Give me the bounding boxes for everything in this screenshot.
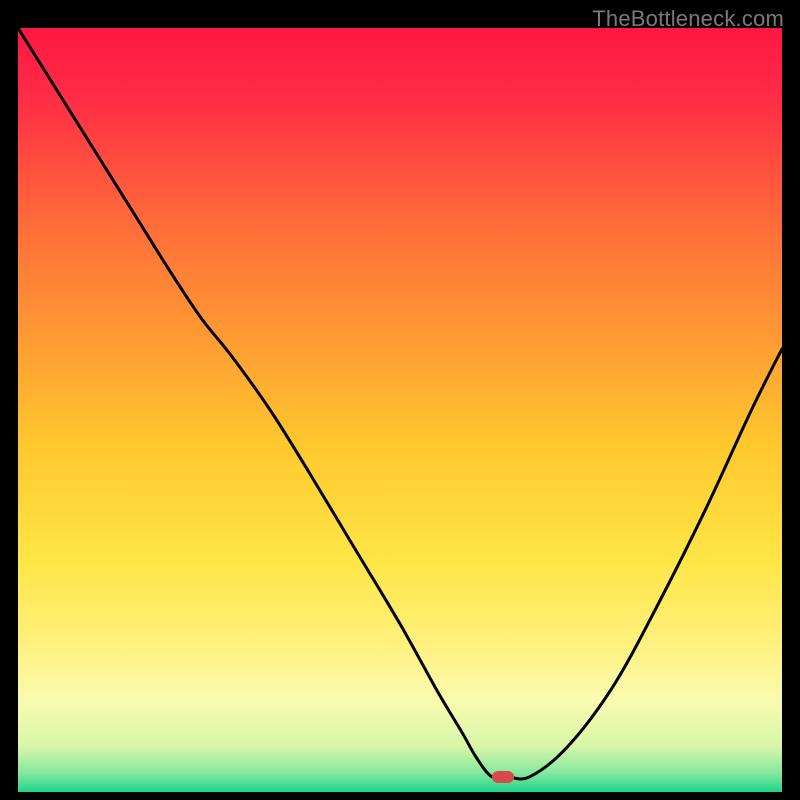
chart-frame (18, 28, 782, 792)
gradient-background (18, 28, 782, 792)
source-watermark: TheBottleneck.com (592, 6, 784, 32)
bottleneck-chart (18, 28, 782, 792)
optimal-point-marker (492, 771, 514, 783)
